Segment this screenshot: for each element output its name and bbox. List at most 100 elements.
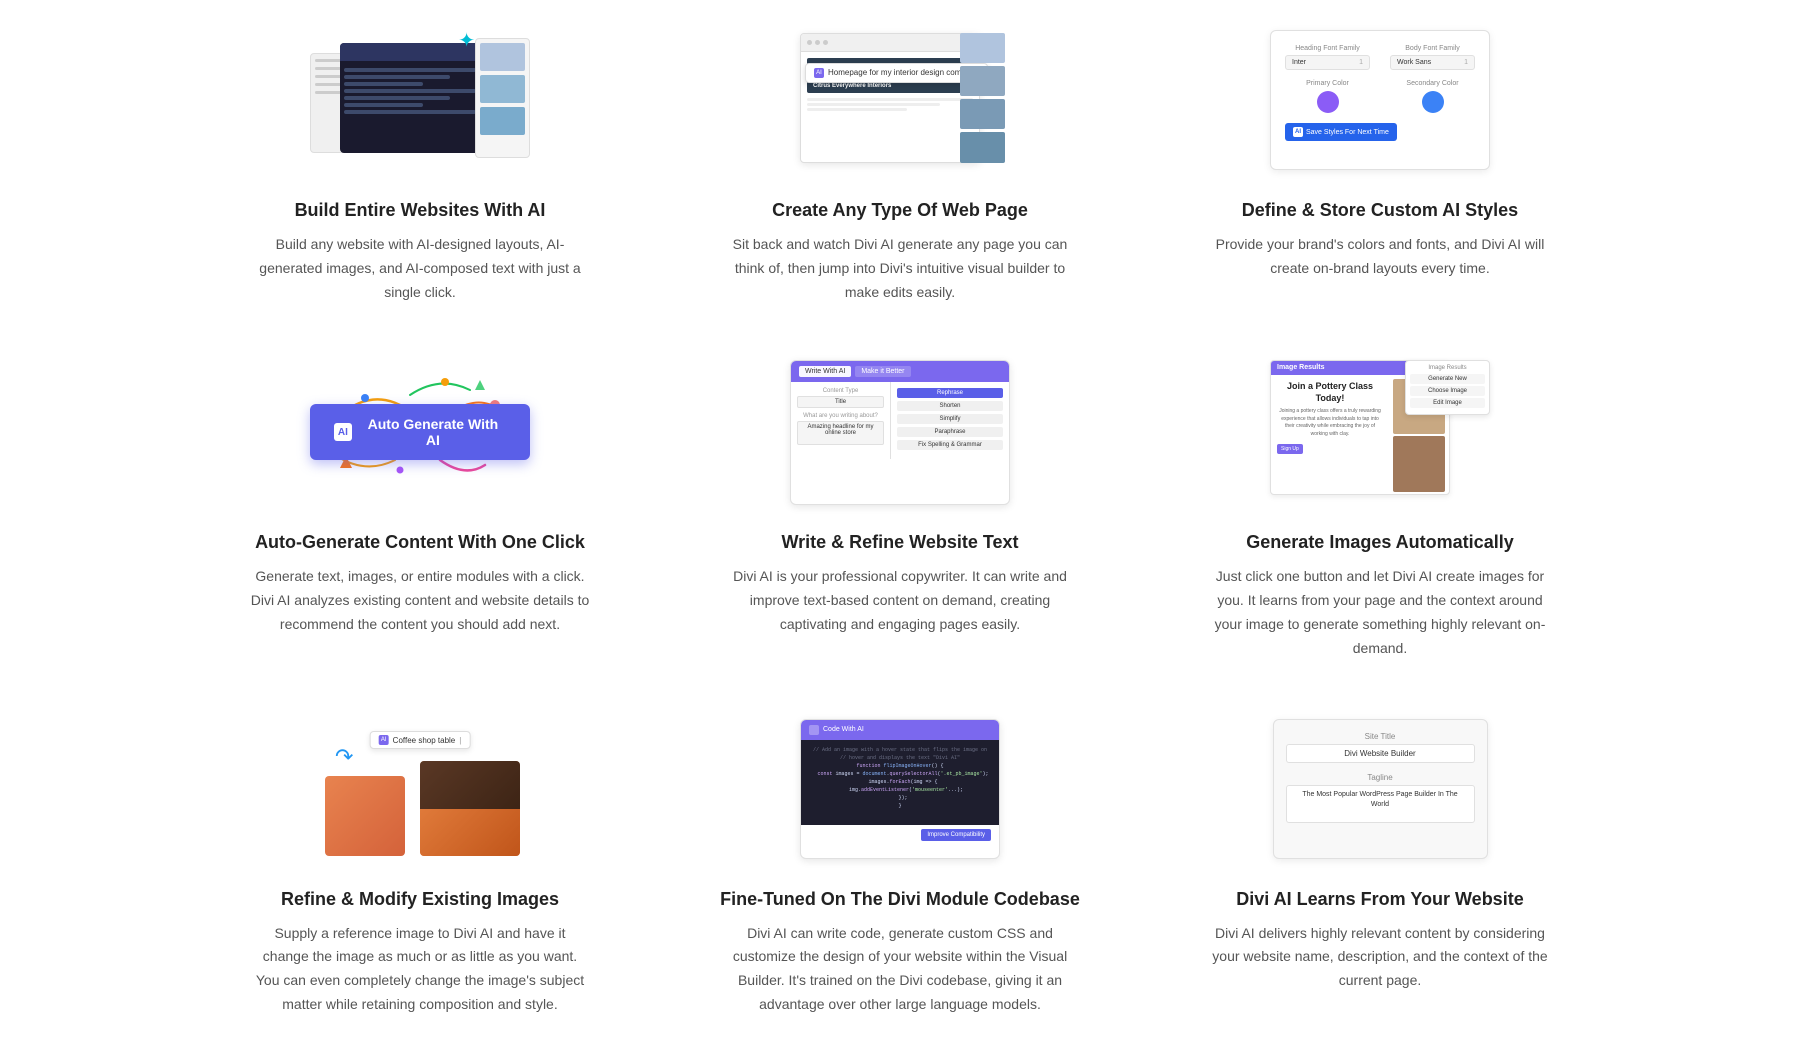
card-define-styles: Heading Font Family Inter 1 Body Font Fa… <box>1160 20 1600 304</box>
write-with-ai-tab[interactable]: Write With AI <box>799 366 851 377</box>
pottery-title: Join a Pottery Class Today! <box>1277 381 1383 404</box>
learns-mockup: Site Title Divi Website Builder Tagline … <box>1273 719 1488 859</box>
card-5-title: Write & Refine Website Text <box>781 532 1018 553</box>
card-write-refine: Write With AI Make it Better Content Typ… <box>680 352 1120 660</box>
card-learns-website: Site Title Divi Website Builder Tagline … <box>1160 709 1600 1017</box>
ai-icon: AI <box>334 423 352 441</box>
card-6-image: Image Results Join a Pottery Class Today… <box>1160 352 1600 512</box>
write-right-panel: Rephrase Shorten Simplify Paraphrase Fix… <box>891 382 1009 459</box>
save-styles-button[interactable]: AI Save Styles For Next Time <box>1285 123 1397 141</box>
before-image <box>325 776 405 856</box>
body-font-field: Work Sans 1 <box>1390 55 1475 70</box>
site-title-label: Site Title <box>1286 732 1475 741</box>
code-header-icon <box>809 725 819 735</box>
card-3-desc: Provide your brand's colors and fonts, a… <box>1210 233 1550 281</box>
card-generate-images: Image Results Join a Pottery Class Today… <box>1160 352 1600 660</box>
ai-logo-small: AI <box>814 68 824 78</box>
heading-font-field: Inter 1 <box>1285 55 1370 70</box>
code-mockup: Code With AI // Add an image with a hove… <box>800 719 1000 859</box>
website-mockup: ✦ <box>310 28 530 173</box>
card-5-image: Write With AI Make it Better Content Typ… <box>680 352 1120 512</box>
card-3-title: Define & Store Custom AI Styles <box>1242 200 1518 221</box>
code-editor: // Add an image with a hover state that … <box>801 740 999 825</box>
card-3-image: Heading Font Family Inter 1 Body Font Fa… <box>1160 20 1600 180</box>
pottery-top-bar-text: Image Results <box>1277 364 1324 371</box>
content-type-field[interactable]: Title <box>797 396 884 408</box>
refine-prompt-text: Coffee shop table <box>393 736 456 745</box>
primary-color-circle[interactable] <box>1317 91 1339 113</box>
ai-results-label: Image Results <box>1410 365 1485 371</box>
card-8-desc: Divi AI can write code, generate custom … <box>730 922 1070 1017</box>
simplify-option[interactable]: Simplify <box>897 414 1003 424</box>
writing-about-field[interactable]: Amazing headline for my online store <box>797 421 884 445</box>
card-9-desc: Divi AI delivers highly relevant content… <box>1210 922 1550 993</box>
browser-bar <box>801 34 979 52</box>
refine-mockup: AI Coffee shop table | ↷ <box>310 716 530 861</box>
browser-header-text: Citrus Everywhere Interiors <box>813 83 891 89</box>
improve-compatibility-btn[interactable]: Improve Compatibility <box>921 829 991 841</box>
secondary-color-circle[interactable] <box>1422 91 1444 113</box>
card-4-image: AI Auto Generate With AI <box>200 352 640 512</box>
card-6-title: Generate Images Automatically <box>1246 532 1513 553</box>
card-4-desc: Generate text, images, or entire modules… <box>250 565 590 636</box>
ai-result-2[interactable]: Choose Image <box>1410 386 1485 396</box>
ai-result-1[interactable]: Generate New <box>1410 374 1485 384</box>
webpage-mockup: Citrus Everywhere Interiors AI Homepage … <box>790 28 1010 173</box>
auto-generate-button[interactable]: AI Auto Generate With AI <box>310 404 530 460</box>
pottery-img-2 <box>1393 436 1445 492</box>
browser-prompt-text: Homepage for my interior design company <box>828 68 979 77</box>
refine-ai-icon: AI <box>379 735 389 745</box>
card-refine-images: AI Coffee shop table | ↷ Refine & Modify… <box>200 709 640 1017</box>
make-it-better-tab[interactable]: Make it Better <box>855 366 910 377</box>
card-2-title: Create Any Type Of Web Page <box>772 200 1028 221</box>
card-build-websites: ✦ Build Entire Websites With AI Build an… <box>200 20 640 304</box>
styles-panel: Heading Font Family Inter 1 Body Font Fa… <box>1270 30 1490 170</box>
ai-result-3[interactable]: Edit Image <box>1410 398 1485 408</box>
right-thumbnails <box>960 33 1005 163</box>
content-type-label: Content Type <box>797 388 884 394</box>
pottery-text-area: Join a Pottery Class Today! Joining a po… <box>1271 375 1389 495</box>
card-4-title: Auto-Generate Content With One Click <box>255 532 585 553</box>
pottery-desc: Joining a pottery class offers a truly r… <box>1277 408 1383 438</box>
card-auto-generate: AI Auto Generate With AI Auto-Generate C… <box>200 352 640 660</box>
code-header: Code With AI <box>801 720 999 740</box>
code-footer: Improve Compatibility <box>801 825 999 845</box>
write-header: Write With AI Make it Better <box>791 361 1009 382</box>
card-8-image: Code With AI // Add an image with a hove… <box>680 709 1120 869</box>
card-6-desc: Just click one button and let Divi AI cr… <box>1210 565 1550 660</box>
autogen-mockup: AI Auto Generate With AI <box>310 360 530 505</box>
images-mockup: Image Results Join a Pottery Class Today… <box>1270 360 1490 505</box>
site-title-field[interactable]: Divi Website Builder <box>1286 744 1475 763</box>
refine-arrow-icon: ↷ <box>335 744 353 770</box>
card-5-desc: Divi AI is your professional copywriter.… <box>730 565 1070 636</box>
features-grid: ✦ Build Entire Websites With AI Build an… <box>0 0 1800 1057</box>
auto-generate-label: Auto Generate With AI <box>360 416 506 448</box>
write-left-panel: Content Type Title What are you writing … <box>791 382 891 459</box>
coffee-top <box>420 761 520 809</box>
card-7-title: Refine & Modify Existing Images <box>281 889 559 910</box>
secondary-color-label: Secondary Color <box>1390 80 1475 87</box>
paraphrase-option[interactable]: Paraphrase <box>897 427 1003 437</box>
ai-sparkle-icon: ✦ <box>458 28 475 53</box>
rephrase-option[interactable]: Rephrase <box>897 388 1003 398</box>
card-2-desc: Sit back and watch Divi AI generate any … <box>730 233 1070 304</box>
writing-about-label: What are you writing about? <box>797 413 884 419</box>
coffee-bottom <box>420 809 520 857</box>
pottery-signup-btn[interactable]: Sign Up <box>1277 444 1303 454</box>
ai-results-panel: Image Results Generate New Choose Image … <box>1405 360 1490 415</box>
card-9-image: Site Title Divi Website Builder Tagline … <box>1160 709 1600 869</box>
tagline-field[interactable]: The Most Popular WordPress Page Builder … <box>1286 785 1475 823</box>
fix-spelling-option[interactable]: Fix Spelling & Grammar <box>897 440 1003 450</box>
after-image <box>420 761 520 856</box>
card-fine-tuned: Code With AI // Add an image with a hove… <box>680 709 1120 1017</box>
mockup-right-panel <box>475 38 530 158</box>
card-8-title: Fine-Tuned On The Divi Module Codebase <box>720 889 1080 910</box>
shorten-option[interactable]: Shorten <box>897 401 1003 411</box>
card-9-title: Divi AI Learns From Your Website <box>1236 889 1523 910</box>
heading-font-label: Heading Font Family <box>1285 45 1370 52</box>
tagline-label: Tagline <box>1286 773 1475 782</box>
card-1-desc: Build any website with AI-designed layou… <box>250 233 590 304</box>
write-panel: Write With AI Make it Better Content Typ… <box>790 360 1010 505</box>
body-font-label: Body Font Family <box>1390 45 1475 52</box>
browser-window: Citrus Everywhere Interiors <box>800 33 980 163</box>
